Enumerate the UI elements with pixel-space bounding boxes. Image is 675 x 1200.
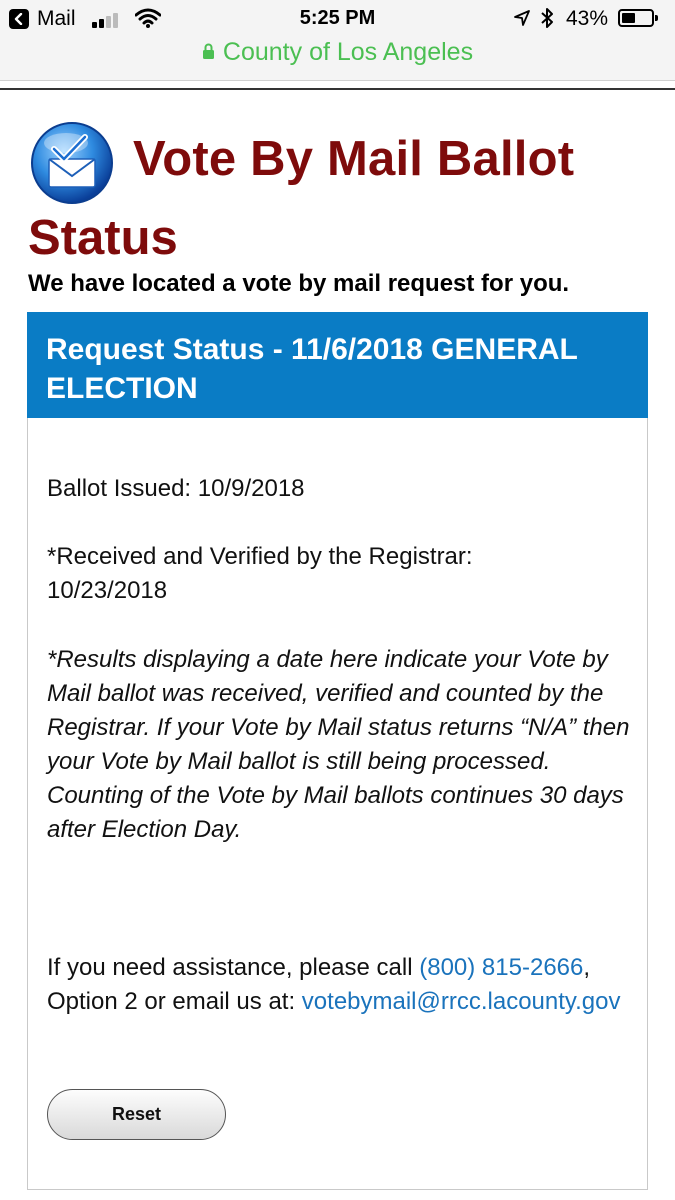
request-located-message: We have located a vote by mail request f… <box>28 270 570 297</box>
mail-ballot-icon <box>31 122 113 204</box>
location-arrow-icon <box>514 10 530 26</box>
assistance-text: If you need assistance, please call (800… <box>47 951 637 1019</box>
ballot-issued-date: Ballot Issued: 10/9/2018 <box>47 475 305 502</box>
site-name: County of Los Angeles <box>222 38 474 66</box>
received-verified-info: *Received and Verified by the Registrar:… <box>47 540 473 608</box>
request-status-header: Request Status - 11/6/2018 GENERAL ELECT… <box>27 312 648 418</box>
battery-icon <box>618 9 658 27</box>
reset-button[interactable]: Reset <box>47 1089 226 1140</box>
browser-chrome: Mail 5:25 PM 43% County of Los Angeles <box>0 0 675 81</box>
battery-percentage: 43% <box>566 7 609 30</box>
received-verified-label: *Received and Verified by the Registrar: <box>47 543 473 570</box>
email-link[interactable]: votebymail@rrcc.lacounty.gov <box>302 988 621 1015</box>
lock-icon <box>202 43 214 59</box>
phone-link[interactable]: (800) 815-2666 <box>419 954 583 981</box>
page-title-continued: Status <box>28 211 178 265</box>
bluetooth-icon <box>541 8 553 28</box>
results-explanation-note: *Results displaying a date here indicate… <box>47 646 630 843</box>
header-divider <box>0 88 675 90</box>
page-title: Vote By Mail Ballot <box>133 132 575 186</box>
received-verified-date: 10/23/2018 <box>47 577 168 604</box>
status-bar: Mail 5:25 PM 43% <box>0 0 675 38</box>
address-bar[interactable]: County of Los Angeles <box>0 38 675 70</box>
assistance-prefix: If you need assistance, please call <box>47 954 420 981</box>
